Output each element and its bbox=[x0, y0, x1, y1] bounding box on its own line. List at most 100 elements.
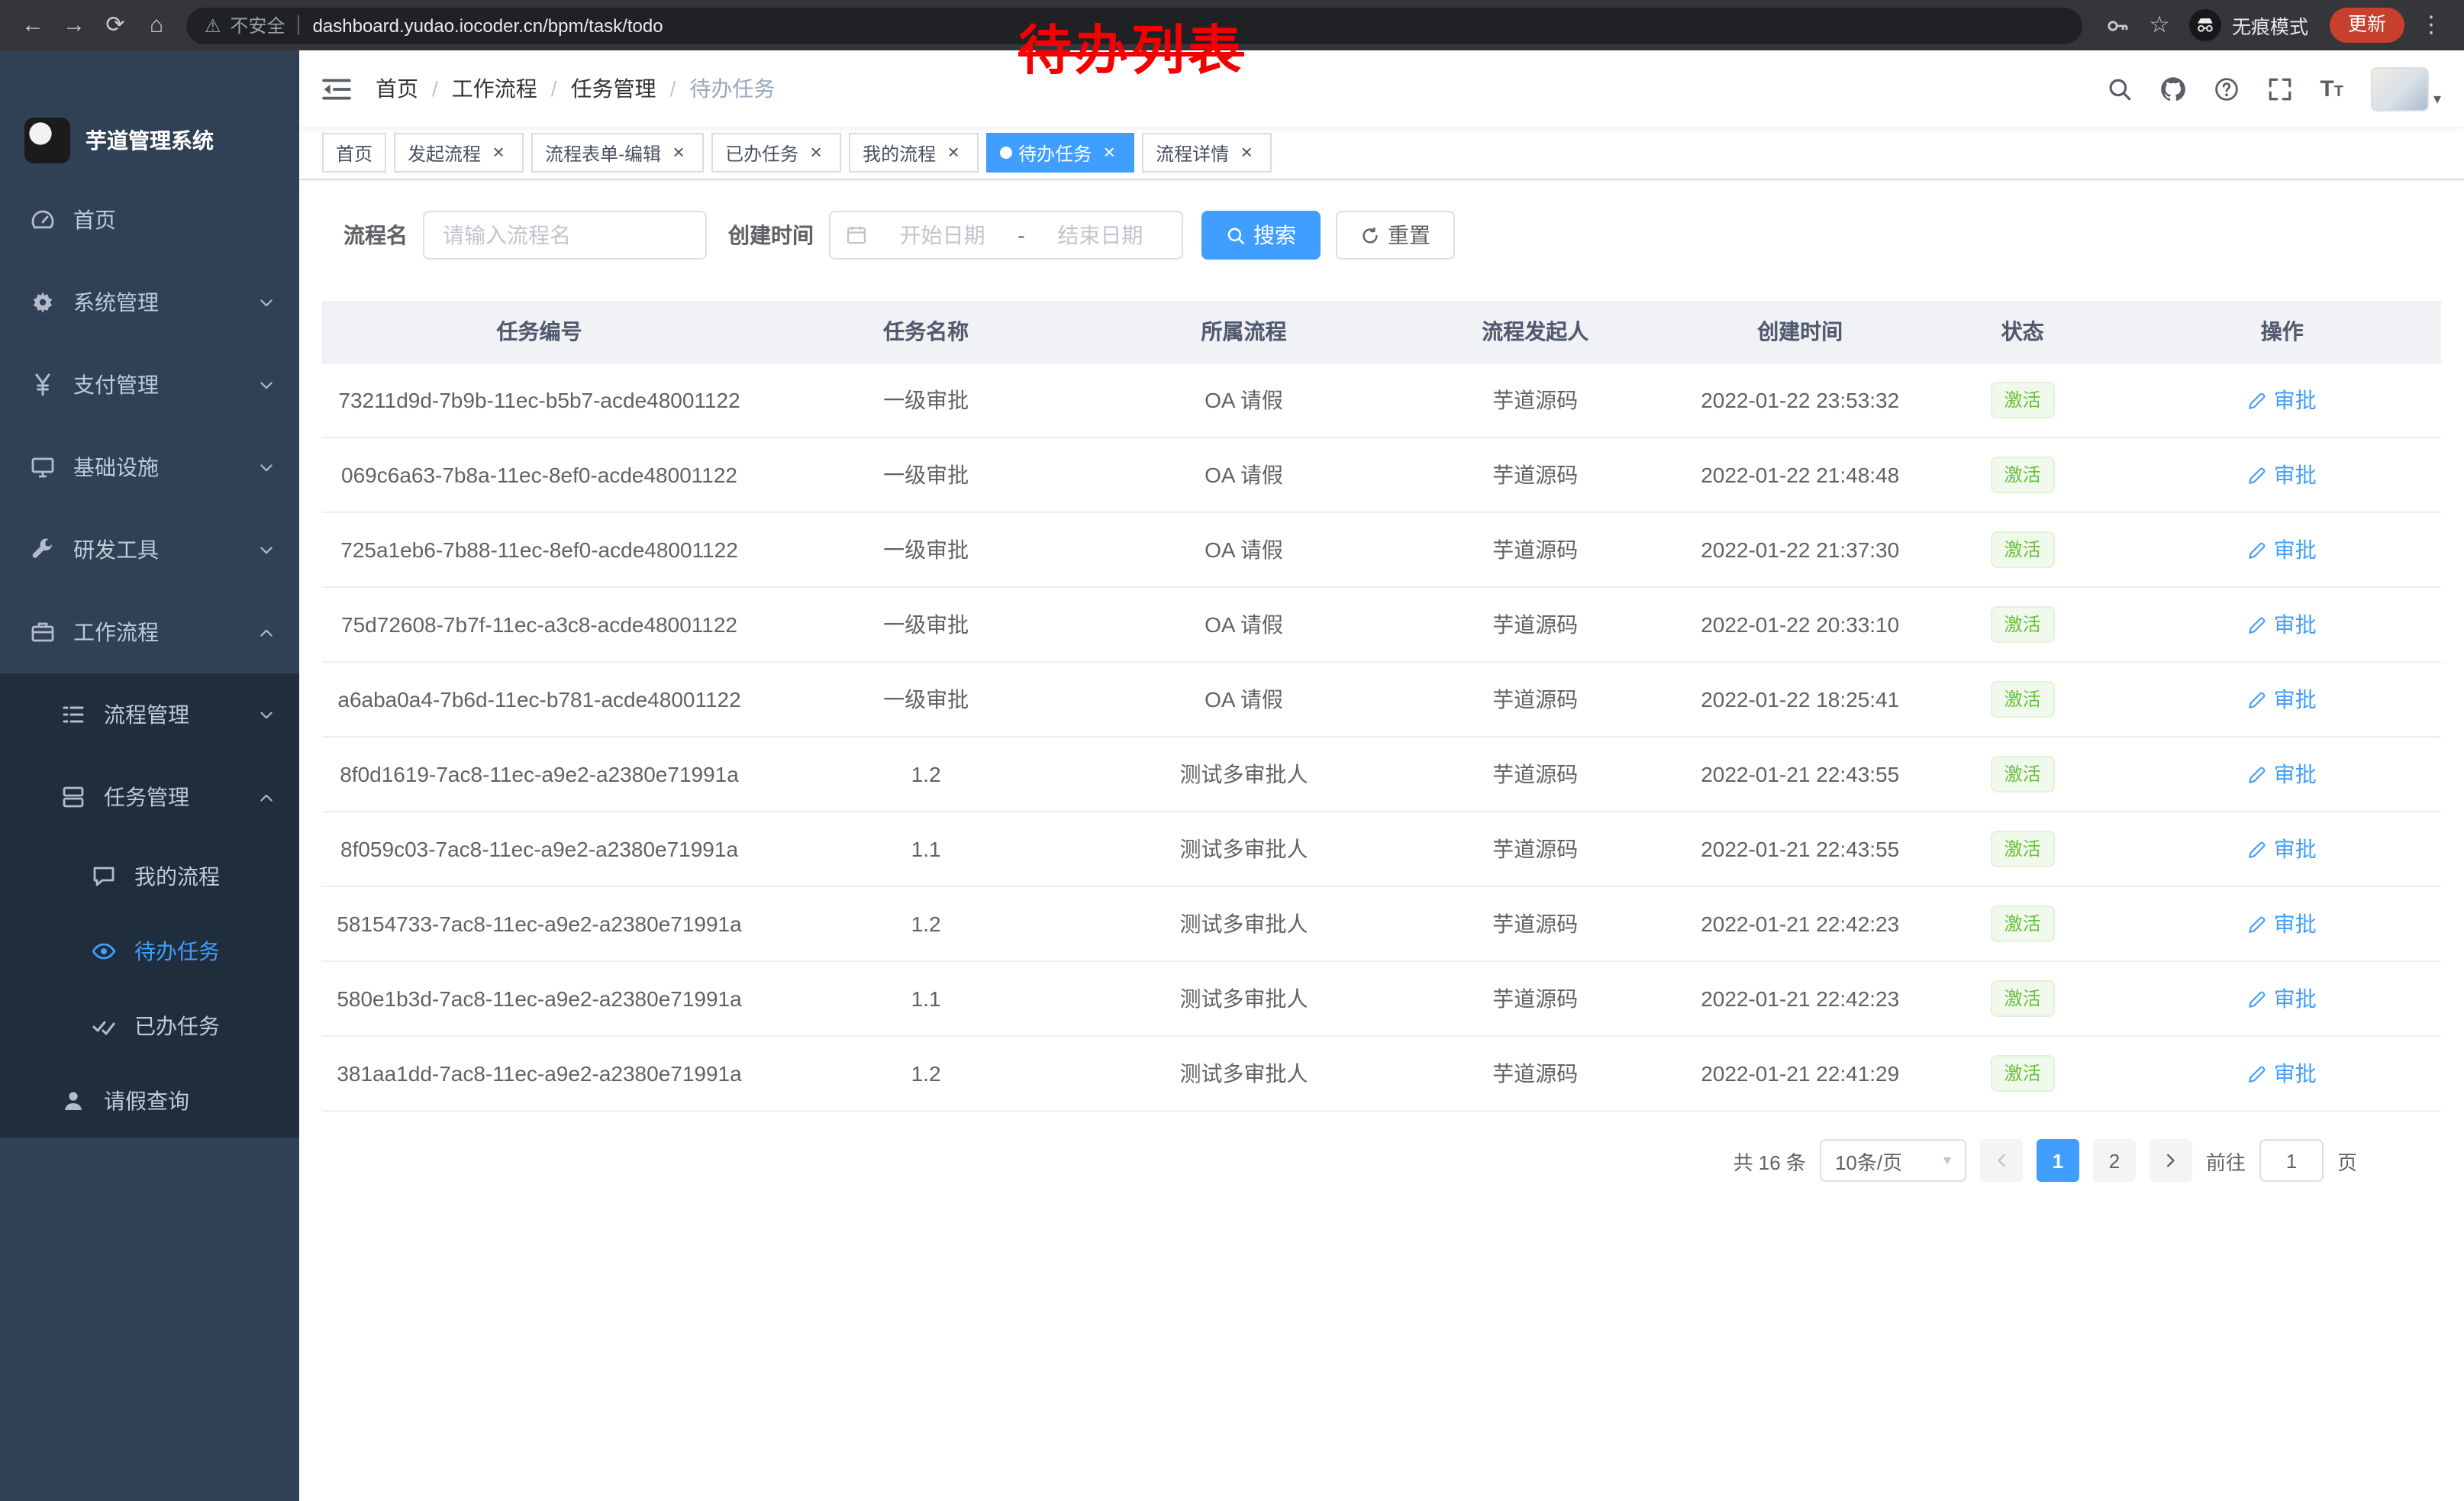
cell-status: 激活 bbox=[1922, 512, 2124, 587]
breadcrumb-task-management[interactable]: 任务管理 bbox=[571, 73, 656, 104]
reset-button[interactable]: 重置 bbox=[1336, 211, 1455, 260]
approve-link[interactable]: 审批 bbox=[2248, 609, 2317, 640]
breadcrumb-workflow[interactable]: 工作流程 bbox=[452, 73, 537, 104]
cell-process: 测试多审批人 bbox=[1095, 961, 1392, 1036]
tab-process-form-edit[interactable]: 流程表单-编辑 × bbox=[531, 133, 704, 173]
breadcrumb: 首页 / 工作流程 / 任务管理 / 待办任务 bbox=[376, 73, 775, 104]
approve-link[interactable]: 审批 bbox=[2248, 759, 2317, 789]
sidebar: 芋道管理系统 首页 系统管理 支付管理 bbox=[0, 50, 299, 1501]
approve-link[interactable]: 审批 bbox=[2248, 834, 2317, 864]
cell-task-id: 725a1eb6-7b88-11ec-8ef0-acde48001122 bbox=[322, 512, 756, 587]
cell-create-time: 2022-01-22 20:33:10 bbox=[1679, 587, 1922, 662]
home-icon[interactable]: ⌂ bbox=[136, 0, 177, 50]
approve-link-label: 审批 bbox=[2274, 609, 2317, 640]
approve-link[interactable]: 审批 bbox=[2248, 460, 2317, 490]
date-range-picker[interactable]: 开始日期 - 结束日期 bbox=[829, 211, 1183, 260]
tab-process-detail[interactable]: 流程详情 × bbox=[1142, 133, 1272, 173]
search-icon[interactable] bbox=[2106, 76, 2132, 102]
cell-operation: 审批 bbox=[2124, 662, 2441, 737]
goto-page-input[interactable] bbox=[2259, 1139, 2324, 1182]
chevron-right-icon bbox=[2162, 1151, 2180, 1170]
sidebar-item-workflow[interactable]: 工作流程 bbox=[0, 591, 299, 673]
font-size-icon[interactable]: TT bbox=[2320, 77, 2343, 100]
tab-todo-tasks[interactable]: 待办任务 × bbox=[986, 133, 1134, 173]
sidebar-item-home[interactable]: 首页 bbox=[0, 179, 299, 261]
sidebar-item-process-management[interactable]: 流程管理 bbox=[0, 673, 299, 756]
forward-icon[interactable]: → bbox=[53, 0, 95, 50]
help-icon[interactable] bbox=[2213, 76, 2239, 102]
cell-create-time: 2022-01-22 21:37:30 bbox=[1679, 512, 1922, 587]
tab-my-process[interactable]: 我的流程 × bbox=[849, 133, 979, 173]
github-icon[interactable] bbox=[2159, 76, 2185, 102]
sidebar-item-label: 我的流程 bbox=[134, 860, 275, 891]
sidebar-item-label: 已办任务 bbox=[134, 1010, 275, 1041]
sidebar-item-infrastructure[interactable]: 基础设施 bbox=[0, 426, 299, 508]
close-icon[interactable]: × bbox=[1235, 141, 1258, 164]
approve-link[interactable]: 审批 bbox=[2248, 983, 2317, 1014]
tab-home[interactable]: 首页 bbox=[322, 133, 386, 173]
table-row: 58154733-7ac8-11ec-a9e2-a2380e71991a 1.2… bbox=[322, 886, 2441, 961]
cell-initiator: 芋道源码 bbox=[1392, 812, 1679, 886]
page-button-2[interactable]: 2 bbox=[2093, 1139, 2136, 1182]
fullscreen-icon[interactable] bbox=[2266, 76, 2292, 102]
tab-done-tasks[interactable]: 已办任务 × bbox=[711, 133, 841, 173]
search-button[interactable]: 搜索 bbox=[1201, 211, 1321, 260]
sidebar-item-payment-management[interactable]: 支付管理 bbox=[0, 344, 299, 426]
page-button-1[interactable]: 1 bbox=[2037, 1139, 2079, 1182]
cell-create-time: 2022-01-21 22:43:55 bbox=[1679, 737, 1922, 812]
approve-link[interactable]: 审批 bbox=[2248, 1058, 2317, 1089]
tab-label: 发起流程 bbox=[408, 140, 481, 166]
sidebar-item-dev-tools[interactable]: 研发工具 bbox=[0, 508, 299, 591]
menu-dots-icon[interactable]: ⋮ bbox=[2411, 0, 2452, 50]
cell-task-name: 1.2 bbox=[756, 1036, 1095, 1111]
security-label[interactable]: 不安全 bbox=[231, 12, 285, 38]
sidebar-item-task-management[interactable]: 任务管理 bbox=[0, 756, 299, 838]
sidebar-item-my-process[interactable]: 我的流程 bbox=[0, 838, 299, 913]
star-icon[interactable]: ☆ bbox=[2139, 0, 2180, 50]
next-page-button[interactable] bbox=[2150, 1139, 2192, 1182]
tab-start-process[interactable]: 发起流程 × bbox=[394, 133, 524, 173]
page-size-select[interactable]: 10条/页 ▾ bbox=[1820, 1139, 1966, 1182]
tab-label: 已办任务 bbox=[725, 140, 798, 166]
update-button[interactable]: 更新 bbox=[2330, 8, 2404, 43]
close-icon[interactable]: × bbox=[805, 141, 827, 164]
workflow-submenu: 流程管理 任务管理 我的流程 待办任务 bbox=[0, 673, 299, 1138]
page-size-value: 10条/页 bbox=[1835, 1146, 1902, 1175]
chat-icon bbox=[92, 863, 116, 888]
url-text: dashboard.yudao.iocoder.cn/bpm/task/todo bbox=[313, 15, 663, 36]
table-row: 75d72608-7b7f-11ec-a3c8-acde48001122 一级审… bbox=[322, 587, 2441, 662]
approve-link[interactable]: 审批 bbox=[2248, 684, 2317, 715]
tags-view: 首页 发起流程 × 流程表单-编辑 × 已办任务 × 我的流程 × bbox=[299, 127, 2464, 180]
approve-link[interactable]: 审批 bbox=[2248, 909, 2317, 939]
avatar[interactable] bbox=[2371, 66, 2429, 111]
breadcrumb-home[interactable]: 首页 bbox=[376, 73, 418, 104]
status-badge: 激活 bbox=[1991, 457, 2055, 493]
reload-icon[interactable]: ⟳ bbox=[95, 0, 136, 50]
end-date-placeholder: 结束日期 bbox=[1034, 220, 1166, 250]
close-icon[interactable]: × bbox=[667, 141, 690, 164]
back-icon[interactable]: ← bbox=[12, 0, 53, 50]
breadcrumb-current: 待办任务 bbox=[689, 73, 775, 104]
close-icon[interactable]: × bbox=[942, 141, 965, 164]
sidebar-item-system-management[interactable]: 系统管理 bbox=[0, 261, 299, 344]
sidebar-item-leave-query[interactable]: 请假查询 bbox=[0, 1063, 299, 1138]
sidebar-collapse-icon[interactable] bbox=[322, 76, 351, 102]
pencil-icon bbox=[2248, 390, 2268, 410]
table-row: 725a1eb6-7b88-11ec-8ef0-acde48001122 一级审… bbox=[322, 512, 2441, 587]
approve-link[interactable]: 审批 bbox=[2248, 534, 2317, 565]
approve-link[interactable]: 审批 bbox=[2248, 385, 2317, 415]
cell-operation: 审批 bbox=[2124, 737, 2441, 812]
close-icon[interactable]: × bbox=[1098, 141, 1121, 164]
reset-button-label: 重置 bbox=[1388, 220, 1430, 250]
close-icon[interactable]: × bbox=[487, 141, 510, 164]
sidebar-item-todo-tasks[interactable]: 待办任务 bbox=[0, 913, 299, 988]
user-menu[interactable]: ▾ bbox=[2371, 66, 2441, 111]
process-name-input[interactable] bbox=[423, 211, 707, 260]
cell-process: OA 请假 bbox=[1095, 662, 1392, 737]
approve-link-label: 审批 bbox=[2274, 834, 2317, 864]
key-icon[interactable] bbox=[2098, 13, 2139, 37]
incognito-icon bbox=[2189, 9, 2221, 41]
gear-icon bbox=[31, 290, 55, 315]
prev-page-button[interactable] bbox=[1980, 1139, 2023, 1182]
sidebar-item-done-tasks[interactable]: 已办任务 bbox=[0, 988, 299, 1063]
